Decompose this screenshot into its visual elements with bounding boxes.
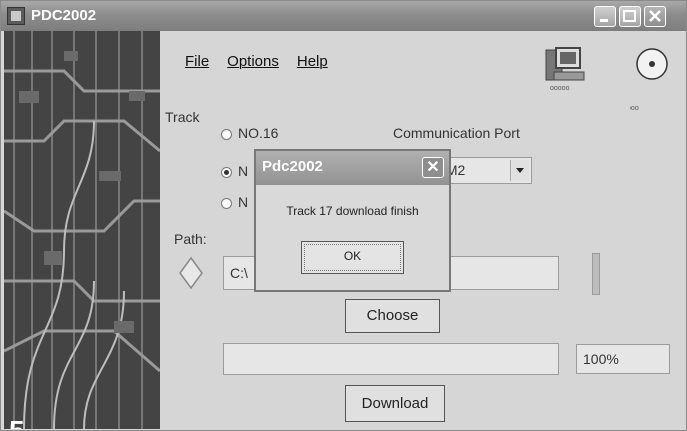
svg-text:oooooooooooo: oooooooooooo	[630, 105, 639, 111]
dialog-title: Pdc2002	[262, 158, 323, 175]
track-option-2-label: N	[238, 163, 249, 179]
track-option-3-label: N	[238, 194, 249, 210]
circuit-board-image	[4, 31, 160, 429]
minimize-icon	[600, 19, 608, 22]
menu-help[interactable]: Help	[297, 53, 328, 70]
window-title: PDC2002	[31, 7, 97, 24]
maximize-icon	[623, 10, 636, 22]
download-finished-dialog: Pdc2002 ✕ Track 17 download finish OK	[254, 149, 451, 292]
close-icon: ✕	[426, 159, 440, 176]
menu-file[interactable]: File	[185, 53, 209, 70]
progress-bar	[223, 343, 559, 375]
maximize-button[interactable]	[619, 6, 641, 27]
progress-percent: 100%	[576, 344, 670, 374]
step-number: 5	[9, 415, 25, 429]
path-label: Path:	[174, 231, 207, 247]
minimize-button[interactable]	[594, 6, 616, 27]
track-label: Track	[165, 109, 200, 125]
dialog-close-button[interactable]: ✕	[422, 157, 444, 178]
computer-icon: ooooo	[545, 47, 585, 92]
menu-options[interactable]: Options	[227, 53, 279, 70]
track-radio-3[interactable]	[221, 198, 232, 209]
side-image-panel: 5	[4, 31, 160, 429]
cd-icon: oooooooooooo	[630, 48, 668, 111]
diamond-icon	[179, 256, 203, 290]
choose-button[interactable]: Choose	[345, 299, 440, 333]
close-icon	[649, 10, 661, 22]
download-button[interactable]: Download	[345, 385, 445, 422]
close-button[interactable]	[644, 6, 666, 27]
app-icon	[7, 7, 25, 25]
svg-text:ooooo: ooooo	[550, 85, 570, 92]
progress-fill	[224, 344, 558, 374]
track-option-1-label: NO.16	[238, 125, 279, 141]
dialog-message: Track 17 download finish	[286, 204, 419, 218]
main-window: PDC2002 File Options Help ooooo oo Track…	[0, 0, 687, 431]
title-bar[interactable]: PDC2002	[1, 1, 686, 31]
track-radio-2[interactable]	[221, 167, 232, 178]
chevron-down-icon[interactable]	[510, 160, 529, 181]
status-indicator	[592, 253, 600, 295]
menu-bar: File Options Help	[185, 53, 346, 70]
port-label: Communication Port	[393, 125, 520, 141]
ok-button[interactable]: OK	[301, 241, 404, 274]
dialog-title-bar[interactable]: Pdc2002 ✕	[256, 151, 449, 185]
track-radio-1[interactable]	[221, 129, 232, 140]
